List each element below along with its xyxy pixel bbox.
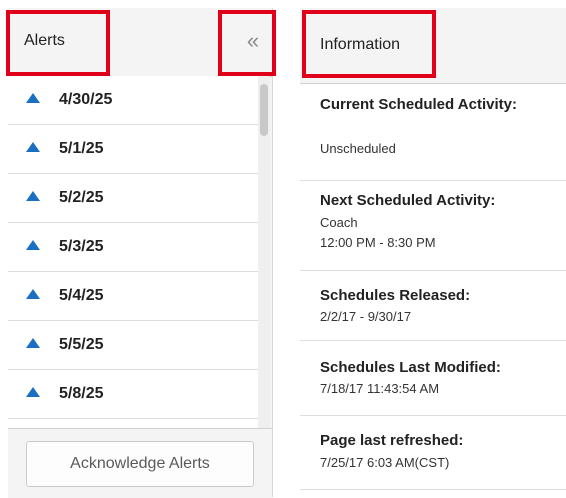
alert-list: 4/30/25 5/1/25 5/2/25 5/3/25 5/4/25 5/5/… bbox=[8, 76, 258, 428]
list-item[interactable]: 5/8/25 bbox=[8, 370, 258, 419]
list-item[interactable]: 4/30/25 bbox=[8, 76, 258, 125]
acknowledge-alerts-button[interactable]: Acknowledge Alerts bbox=[26, 441, 254, 487]
collapse-panel-button[interactable]: « bbox=[238, 26, 268, 56]
info-label: Page last refreshed: bbox=[320, 432, 464, 449]
info-value: Coach bbox=[320, 215, 358, 230]
info-value: 7/25/17 6:03 AM(CST) bbox=[320, 455, 450, 470]
list-item[interactable]: 5/1/25 bbox=[8, 125, 258, 174]
info-label: Current Scheduled Activity: bbox=[320, 96, 517, 113]
info-label: Schedules Last Modified: bbox=[320, 359, 501, 376]
alerts-panel: Alerts « 4/30/25 5/1/25 5/2/25 5/3/25 5/… bbox=[8, 8, 273, 498]
next-scheduled-activity-section: Next Scheduled Activity: Coach 12:00 PM … bbox=[300, 180, 566, 271]
schedules-released-section: Schedules Released: 2/2/17 - 9/30/17 bbox=[300, 270, 566, 341]
alert-date: 5/5/25 bbox=[59, 336, 104, 353]
list-item[interactable]: 5/3/25 bbox=[8, 223, 258, 272]
info-value: 7/18/17 11:43:54 AM bbox=[320, 381, 440, 396]
info-value: Unscheduled bbox=[320, 141, 396, 156]
schedules-last-modified-section: Schedules Last Modified: 7/18/17 11:43:5… bbox=[300, 340, 566, 416]
alerts-footer: Acknowledge Alerts bbox=[8, 428, 272, 498]
alert-date: 5/2/25 bbox=[59, 189, 104, 206]
list-item[interactable]: 5/2/25 bbox=[8, 174, 258, 223]
alerts-title: Alerts bbox=[24, 32, 65, 49]
alert-date: 5/1/25 bbox=[59, 140, 104, 157]
double-chevron-left-icon: « bbox=[246, 28, 260, 53]
info-label: Schedules Released: bbox=[320, 287, 471, 304]
info-value: 2/2/17 - 9/30/17 bbox=[320, 309, 412, 324]
info-value: 12:00 PM - 8:30 PM bbox=[320, 235, 436, 250]
information-title: Information bbox=[320, 36, 401, 53]
list-item[interactable]: 5/5/25 bbox=[8, 321, 258, 370]
alert-date: 5/8/25 bbox=[59, 385, 104, 402]
alerts-header: Alerts « bbox=[8, 8, 272, 77]
triangle-up-icon bbox=[26, 93, 40, 103]
alert-date: 5/4/25 bbox=[59, 287, 104, 304]
alert-date: 4/30/25 bbox=[59, 91, 113, 108]
current-scheduled-activity-section: Current Scheduled Activity: Unscheduled bbox=[300, 84, 566, 181]
information-header: Information bbox=[300, 8, 566, 84]
triangle-up-icon bbox=[26, 338, 40, 348]
page-last-refreshed-section: Page last refreshed: 7/25/17 6:03 AM(CST… bbox=[300, 415, 566, 490]
triangle-up-icon bbox=[26, 240, 40, 250]
triangle-up-icon bbox=[26, 142, 40, 152]
scrollbar-thumb[interactable] bbox=[260, 84, 268, 136]
info-label: Next Scheduled Activity: bbox=[320, 192, 496, 209]
triangle-up-icon bbox=[26, 387, 40, 397]
alert-list-scrollbar[interactable] bbox=[258, 76, 270, 428]
alert-date: 5/3/25 bbox=[59, 238, 104, 255]
triangle-up-icon bbox=[26, 289, 40, 299]
list-item[interactable]: 5/4/25 bbox=[8, 272, 258, 321]
information-panel: Information Current Scheduled Activity: … bbox=[300, 8, 566, 497]
triangle-up-icon bbox=[26, 191, 40, 201]
